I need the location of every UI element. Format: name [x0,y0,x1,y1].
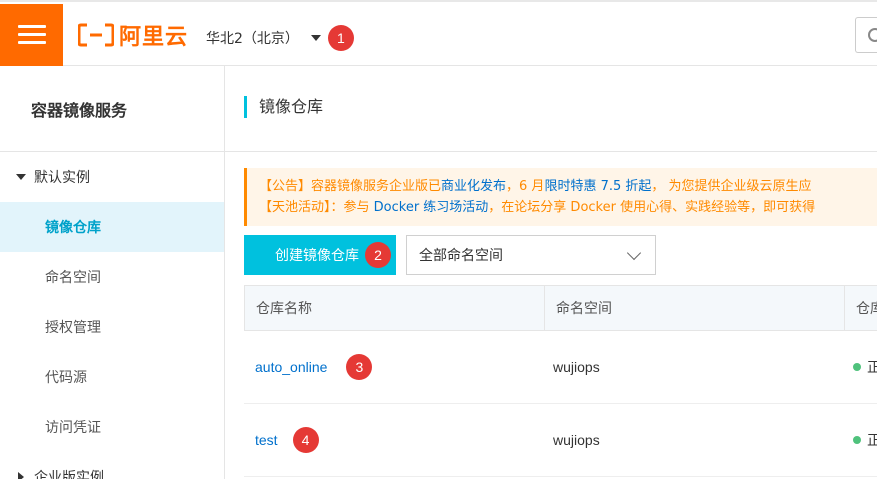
sidebar-group-label: 默认实例 [34,170,90,186]
sidebar: 容器镜像服务 默认实例 镜像仓库 命名空间 授权管理 代码源 访问凭证 企业版实… [0,66,225,479]
sidebar-item-repositories[interactable]: 镜像仓库 [0,202,224,252]
caret-down-icon [16,174,26,180]
commercial-release-link[interactable]: 商业化发布 [441,179,506,194]
page-header: 镜像仓库 [225,66,877,152]
status-dot-icon [853,436,861,444]
notice-text: ，6 月 [506,179,545,194]
repo-link[interactable]: test [255,432,278,448]
annotation-badge: 1 [327,25,354,51]
sidebar-item-authorization[interactable]: 授权管理 [0,302,224,352]
notice-line-2: 【天池活动】：参与 Docker 练习场活动，在论坛分享 Docker 使用心得… [259,197,877,218]
annotation-badge: 3 [346,354,373,380]
sidebar-item-credentials[interactable]: 访问凭证 [0,402,224,452]
status-cell: 正常 [842,331,877,403]
page-title: 镜像仓库 [244,96,323,118]
notice-text: ， 为您提供企业级云原生应 [651,179,812,194]
namespace-cell: wujiops [553,359,600,375]
sidebar-item-label: 镜像仓库 [45,220,101,236]
status-text: 正常 [867,359,877,375]
create-repository-label: 创建镜像仓库 [275,248,359,264]
sidebar-item-label: 访问凭证 [45,420,101,436]
create-repository-button[interactable]: 创建镜像仓库 2 [244,235,396,275]
repo-name-cell: test 4 [244,404,319,476]
chevron-down-icon [626,245,642,261]
hamburger-menu-button[interactable] [0,4,63,66]
column-header-namespace: 命名空间 [544,286,844,330]
region-selector[interactable]: 华北2（北京） 1 [206,25,354,51]
table-header: 仓库名称 命名空间 仓库 [244,285,877,331]
annotation-badge: 2 [365,242,391,268]
column-header-repo-name: 仓库名称 [256,301,312,317]
sidebar-item-label: 授权管理 [45,320,101,336]
aliyun-logo[interactable]: 阿里云 [78,20,188,50]
column-header-repo-status: 仓库 [844,286,877,330]
notice-text: ，在论坛分享 Docker 使用心得、实践经验等，即可获得 [488,200,816,215]
sidebar-item-label: 代码源 [45,370,87,386]
sidebar-title: 容器镜像服务 [0,66,224,152]
status-dot-icon [853,363,861,371]
sidebar-item-label: 命名空间 [45,270,101,286]
annotation-badge: 4 [292,427,319,453]
status-cell: 正常 [842,404,877,476]
namespace-cell: wujiops [553,432,600,448]
search-input[interactable] [855,17,877,53]
sidebar-item-code-source[interactable]: 代码源 [0,352,224,402]
repository-table: 仓库名称 命名空间 仓库 auto_online 3 wujiops 正常 te… [244,285,877,477]
main-content: 镜像仓库 【公告】容器镜像服务企业版已商业化发布，6 月限时特惠 7.5 折起，… [225,66,877,479]
region-label: 华北2（北京） [206,31,299,47]
namespace-select-value: 全部命名空间 [419,248,503,264]
aliyun-logo-icon [78,23,114,47]
notice-text: 【天池活动】：参与 [259,200,374,215]
status-text: 正常 [867,432,877,448]
notice-text: 【公告】容器镜像服务企业版已 [259,179,442,194]
hamburger-icon [17,25,46,45]
repo-link[interactable]: auto_online [255,359,327,375]
discount-link[interactable]: 限时特惠 7.5 折起 [544,179,651,194]
table-row: test 4 wujiops 正常 [244,404,877,477]
table-row: auto_online 3 wujiops 正常 [244,331,877,404]
sidebar-group-label: 企业版实例 [34,470,104,479]
announcement-notice: 【公告】容器镜像服务企业版已商业化发布，6 月限时特惠 7.5 折起， 为您提供… [244,168,877,226]
sidebar-item-namespaces[interactable]: 命名空间 [0,252,224,302]
notice-line-1: 【公告】容器镜像服务企业版已商业化发布，6 月限时特惠 7.5 折起， 为您提供… [259,176,877,197]
sidebar-group-default-instance[interactable]: 默认实例 [0,152,224,202]
search-icon [868,28,877,42]
docker-playground-link[interactable]: Docker 练习场活动 [374,200,489,215]
repo-name-cell: auto_online 3 [244,331,373,403]
sidebar-group-enterprise-instance[interactable]: 企业版实例 [0,452,224,479]
caret-down-icon [310,35,321,41]
top-bar: 阿里云 华北2（北京） 1 [0,0,877,66]
caret-right-icon [18,472,24,479]
brand-name: 阿里云 [119,25,189,50]
namespace-select[interactable]: 全部命名空间 [406,235,656,275]
